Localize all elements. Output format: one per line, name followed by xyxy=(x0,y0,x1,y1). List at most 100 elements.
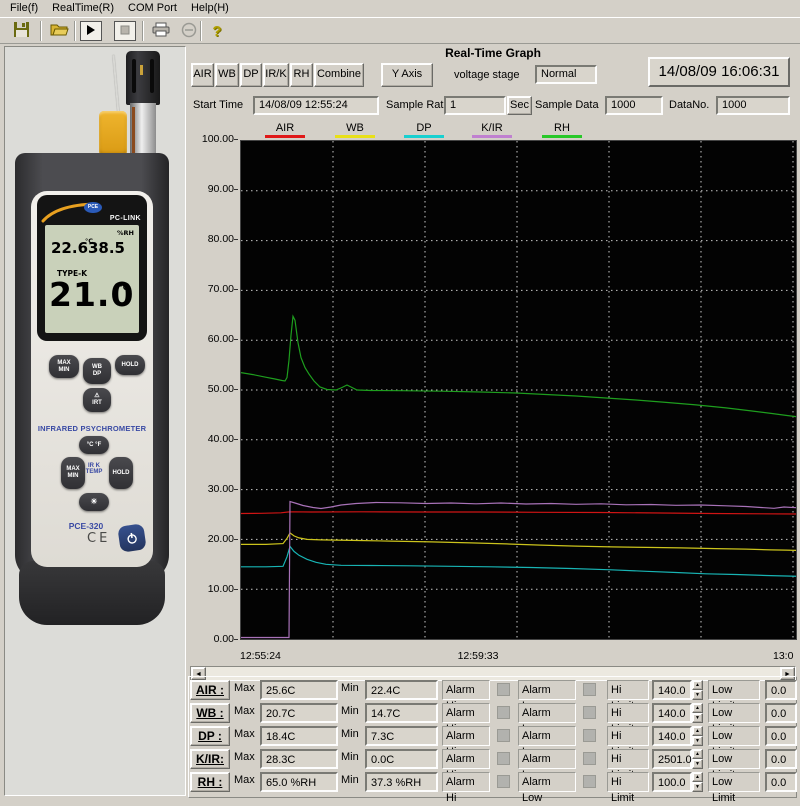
channel-button-dp[interactable]: DP xyxy=(240,63,262,87)
series-AIR xyxy=(241,512,796,514)
channel-button-rh[interactable]: RH xyxy=(290,63,313,87)
hi-limit-input[interactable]: 2501.0 xyxy=(652,749,692,769)
printer-icon xyxy=(152,22,170,40)
y-tick-label: 90.00 xyxy=(188,183,234,195)
low-limit-input[interactable]: 0.0 xyxy=(765,749,797,769)
hi-limit-input[interactable]: 140.0 xyxy=(652,680,692,700)
hi-limit-spinner[interactable]: ▲ ▼ xyxy=(692,680,703,700)
toolbar-separator xyxy=(142,21,144,41)
y-tick-label: 0.00 xyxy=(188,633,234,645)
pc-link-label: PC-LINK xyxy=(110,215,141,222)
disconnect-button[interactable] xyxy=(176,20,202,42)
device-key-maxmin: MAX MIN xyxy=(49,355,79,378)
min-value: 0.0C xyxy=(365,749,438,769)
device-key-cf: °C °F xyxy=(79,436,109,454)
combine-button[interactable]: Combine xyxy=(314,63,364,87)
thermocouple-wire xyxy=(112,55,119,115)
hi-limit-input[interactable]: 140.0 xyxy=(652,726,692,746)
device-key-hold2: HOLD xyxy=(109,457,133,489)
sample-rate-input[interactable]: 1 xyxy=(444,96,506,115)
lcd-rh-value: 38.5 xyxy=(88,239,125,257)
min-value: 7.3C xyxy=(365,726,438,746)
toolbar-separator xyxy=(74,21,76,41)
row-channel-button[interactable]: WB : xyxy=(190,703,230,723)
start-time-value: 14/08/09 12:55:24 xyxy=(253,96,379,115)
low-limit-input[interactable]: 0.0 xyxy=(765,680,797,700)
spin-down-icon[interactable]: ▼ xyxy=(692,690,703,700)
low-limit-input[interactable]: 0.0 xyxy=(765,772,797,792)
legend-color-dp xyxy=(404,135,444,138)
help-icon: ? xyxy=(212,23,221,40)
spin-up-icon[interactable]: ▲ xyxy=(692,703,703,713)
menu-realtime[interactable]: RealTime(R) xyxy=(46,1,122,16)
ce-mark: CE xyxy=(87,531,110,546)
y-tick-label: 10.00 xyxy=(188,583,234,595)
spin-down-icon[interactable]: ▼ xyxy=(692,759,703,769)
table-row-kir: K/IR: Max 28.3C Min 0.0C Alarm Hi Alarm … xyxy=(188,749,797,771)
low-limit-input[interactable]: 0.0 xyxy=(765,703,797,723)
spin-down-icon[interactable]: ▼ xyxy=(692,713,703,723)
y-axis-button[interactable]: Y Axis xyxy=(381,63,433,87)
legend-color-wb xyxy=(335,135,375,138)
stop-icon xyxy=(120,25,130,38)
spin-up-icon[interactable]: ▲ xyxy=(692,772,703,782)
help-button[interactable]: ? xyxy=(204,20,230,42)
alarm-low-indicator xyxy=(583,729,596,742)
hi-limit-spinner[interactable]: ▲ ▼ xyxy=(692,726,703,746)
y-tick-label: 60.00 xyxy=(188,333,234,345)
brand-text: INFRARED PSYCHROMETER xyxy=(31,424,153,433)
max-value: 65.0 %RH xyxy=(260,772,338,792)
menu-file[interactable]: File(f) xyxy=(4,1,46,16)
hi-limit-input[interactable]: 140.0 xyxy=(652,703,692,723)
channel-button-irk[interactable]: IR/K xyxy=(263,63,289,87)
pce-logo: PCE xyxy=(84,202,102,213)
chart-svg xyxy=(241,141,796,639)
save-button[interactable] xyxy=(8,20,34,42)
datetime-display: 14/08/09 16:06:31 xyxy=(648,57,790,87)
row-channel-button[interactable]: RH : xyxy=(190,772,230,792)
spin-down-icon[interactable]: ▼ xyxy=(692,782,703,792)
series-K/IR xyxy=(241,502,796,638)
print-button[interactable] xyxy=(148,20,174,42)
device-key-irt: ⚠ IRT xyxy=(83,388,111,412)
device-key-backlight: ☀ xyxy=(79,493,109,511)
start-button[interactable] xyxy=(80,21,102,41)
probe-shaft xyxy=(130,103,156,157)
irk-temp-text: IR K TEMP xyxy=(81,463,107,475)
channel-button-air[interactable]: AIR xyxy=(191,63,214,87)
legend-color-kir xyxy=(472,135,512,138)
open-button[interactable] xyxy=(46,20,72,42)
lcd-rh-unit: %RH xyxy=(117,229,134,237)
realtime-graph-panel: Real-Time Graph AIR WB DP IR/K RH Combin… xyxy=(188,44,798,800)
sec-button[interactable]: Sec xyxy=(507,96,532,115)
alarm-hi-indicator xyxy=(497,706,510,719)
spin-up-icon[interactable]: ▲ xyxy=(692,749,703,759)
low-limit-input[interactable]: 0.0 xyxy=(765,726,797,746)
row-channel-button[interactable]: DP : xyxy=(190,726,230,746)
min-value: 37.3 %RH xyxy=(365,772,438,792)
series-DP xyxy=(241,546,796,576)
max-value: 20.7C xyxy=(260,703,338,723)
row-channel-button[interactable]: K/IR: xyxy=(190,749,230,769)
legend-item-air: AIR xyxy=(255,122,315,138)
channel-button-wb[interactable]: WB xyxy=(215,63,239,87)
spin-down-icon[interactable]: ▼ xyxy=(692,736,703,746)
y-tick-label: 40.00 xyxy=(188,433,234,445)
spin-up-icon[interactable]: ▲ xyxy=(692,726,703,736)
hi-limit-spinner[interactable]: ▲ ▼ xyxy=(692,772,703,792)
device-key-hold: HOLD xyxy=(115,355,145,375)
menu-help[interactable]: Help(H) xyxy=(185,1,237,16)
menu-com-port[interactable]: COM Port xyxy=(122,1,185,16)
hi-limit-spinner[interactable]: ▲ ▼ xyxy=(692,703,703,723)
stop-button[interactable] xyxy=(114,21,136,41)
row-channel-button[interactable]: AIR : xyxy=(190,680,230,700)
legend-color-rh xyxy=(542,135,582,138)
spin-up-icon[interactable]: ▲ xyxy=(692,680,703,690)
alarm-hi-indicator xyxy=(497,729,510,742)
sample-data-value: 1000 xyxy=(605,96,663,115)
hi-limit-spinner[interactable]: ▲ ▼ xyxy=(692,749,703,769)
alarm-low-indicator xyxy=(583,706,596,719)
device-key-wbdp: WB DP xyxy=(83,358,111,384)
hi-limit-input[interactable]: 100.0 xyxy=(652,772,692,792)
alarm-hi-indicator xyxy=(497,683,510,696)
